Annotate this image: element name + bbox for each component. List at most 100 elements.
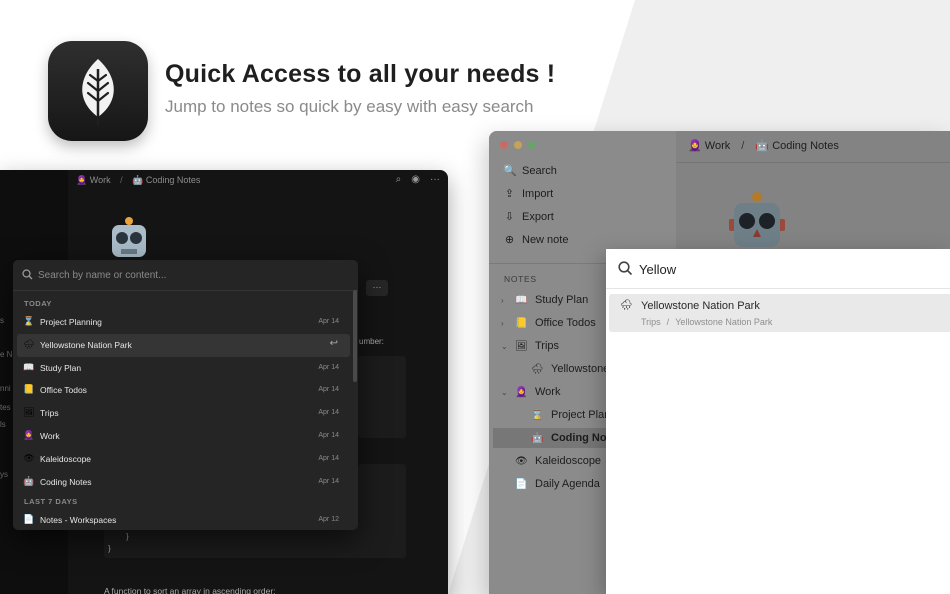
kaleidoscope-icon: 👁 (515, 455, 528, 467)
coding-notes-icon: 🤖 (531, 432, 544, 444)
quick-search-popup: 🌧 Yellowstone Nation Park Trips/Yellowst… (606, 249, 950, 594)
page-title: Quick Access to all your needs ! (165, 60, 556, 88)
new-note-icon: ⊕ (504, 234, 515, 246)
result-title: Notes - Workspaces (40, 515, 117, 526)
breadcrumb-icon: 🧕 (688, 140, 702, 152)
notes-section-label: NOTES (504, 274, 537, 284)
result-date: Apr 12 (318, 516, 339, 524)
study-plan-icon: 📖 (23, 361, 35, 372)
sidebar-fragment: tes (0, 403, 11, 412)
menu-search[interactable]: 🔍 Search (503, 164, 557, 178)
export-icon: ⇩ (504, 211, 515, 223)
breadcrumb-item[interactable]: Coding Notes (146, 175, 201, 185)
robot-icon (112, 217, 146, 257)
breadcrumb-item[interactable]: Work (90, 175, 111, 185)
note-label: Kaleidoscope (535, 455, 602, 467)
import-icon: ⇪ (504, 188, 515, 200)
content-text: A function to sort an array in ascending… (104, 586, 276, 594)
search-result-row[interactable]: 🧕 Work Apr 14 (17, 425, 350, 448)
code-block (358, 356, 406, 438)
menu-label: Import (522, 187, 554, 200)
search-icon[interactable]: ⌕ (396, 174, 402, 185)
search-result-row[interactable]: 📖 Study Plan Apr 14 (17, 357, 350, 380)
menu-new-note[interactable]: ⊕ New note (503, 233, 569, 247)
coding-notes-icon: 🤖 (23, 475, 35, 486)
light-toolbar: 🧕 Work / 🤖 Coding Notes (676, 131, 950, 163)
search-result-row[interactable]: 🖼 Trips Apr 14 (17, 402, 350, 425)
result-date: Apr 14 (318, 363, 339, 371)
result-date: Apr 14 (318, 409, 339, 417)
more-button[interactable]: ··· (366, 280, 388, 296)
note-label: Daily Agenda (535, 478, 600, 490)
breadcrumb-icon: 🤖 (755, 140, 770, 152)
trips-icon: 🖼 (515, 340, 528, 352)
office-todos-icon: 📒 (23, 384, 35, 395)
chevron-down-icon[interactable]: ⌄ (501, 388, 515, 397)
result-title: Office Todos (40, 385, 87, 396)
result-title: Yellowstone Nation Park (641, 300, 760, 312)
close-window-button[interactable] (500, 141, 508, 149)
work-icon: 🧕 (515, 386, 528, 398)
result-date: Apr 14 (318, 431, 339, 439)
scrollbar[interactable] (353, 290, 357, 382)
search-input[interactable] (38, 267, 338, 283)
result-path: Trips / Yellowstone Nation Park (641, 317, 773, 327)
search-result-row[interactable]: 🌧 Yellowstone Nation Park ↩ (17, 333, 350, 357)
breadcrumb-item[interactable]: Coding Notes (772, 140, 839, 152)
notes-workspaces-icon: 📄 (23, 514, 35, 525)
result-title: Kaleidoscope (40, 453, 92, 464)
sidebar-fragment: e N (0, 350, 13, 359)
sidebar-fragment: nni (0, 384, 11, 393)
search-input[interactable] (639, 259, 929, 279)
breadcrumb: 🧕 Work / 🤖 Coding Notes (76, 175, 201, 185)
search-result-row[interactable]: 📒 Office Todos Apr 14 (17, 379, 350, 402)
more-icon[interactable]: ··· (430, 174, 440, 185)
result-title: Coding Notes (40, 476, 92, 487)
sidebar-fragment: ys (0, 470, 8, 479)
chevron-right-icon[interactable]: › (501, 319, 515, 328)
note-label: Trips (535, 340, 560, 352)
result-title: Study Plan (40, 362, 82, 373)
breadcrumb: 🧕 Work / 🤖 Coding Notes (688, 140, 839, 152)
menu-import[interactable]: ⇪ Import (503, 187, 554, 201)
search-icon (22, 269, 33, 280)
section-label: LAST 7 DAYS (24, 497, 78, 507)
leaf-icon (82, 59, 114, 125)
chevron-down-icon[interactable]: ⌄ (501, 342, 515, 351)
robot-icon (729, 192, 785, 247)
menu-export[interactable]: ⇩ Export (503, 210, 554, 224)
result-date: Apr 14 (318, 386, 339, 394)
search-result-row[interactable]: 👁 Kaleidoscope Apr 14 (17, 448, 350, 471)
sidebar-fragment: s (0, 316, 4, 325)
yellowstone-nation-park-icon: 🌧 (23, 338, 35, 349)
result-title: Trips (40, 408, 59, 419)
project-planning-icon: ⌛ (23, 316, 35, 326)
search-icon (618, 261, 633, 276)
breadcrumb-item[interactable]: Work (705, 140, 730, 152)
content-text: umber: (359, 337, 384, 346)
search-result-row[interactable]: 📄 Notes - Workspaces Apr 12 (17, 509, 350, 530)
zoom-window-button[interactable] (528, 141, 536, 149)
result-title: Yellowstone Nation Park (40, 339, 132, 350)
search-result-row[interactable]: ⌛ Project Planning Apr 14 (17, 311, 350, 334)
note-label: Office Todos (535, 317, 596, 329)
note-label: Work (535, 386, 561, 398)
result-date: Apr 14 (318, 477, 339, 485)
search-result[interactable]: 🌧 Yellowstone Nation Park Trips / Yellowst… (609, 294, 950, 332)
code-text: } (126, 532, 129, 541)
result-title: Project Planning (40, 317, 102, 327)
breadcrumb-icon: 🧕 (76, 175, 88, 185)
chevron-right-icon[interactable]: › (501, 296, 515, 305)
shield-icon[interactable]: ◉ (411, 174, 420, 185)
daily-agenda-icon: 📄 (515, 478, 528, 490)
code-text: } (108, 544, 111, 553)
project-planni-icon: ⌛ (531, 409, 544, 421)
dark-toolbar: 🧕 Work / 🤖 Coding Notes ⌕ ◉ ··· (68, 170, 448, 192)
cloud-icon: 🌧 (620, 300, 633, 311)
result-date: Apr 14 (318, 318, 339, 325)
minimize-window-button[interactable] (514, 141, 522, 149)
search-result-row[interactable]: 🤖 Coding Notes Apr 14 (17, 471, 350, 494)
app-logo (48, 41, 148, 141)
note-label: Study Plan (535, 294, 589, 306)
breadcrumb-icon: 🤖 (132, 175, 144, 185)
